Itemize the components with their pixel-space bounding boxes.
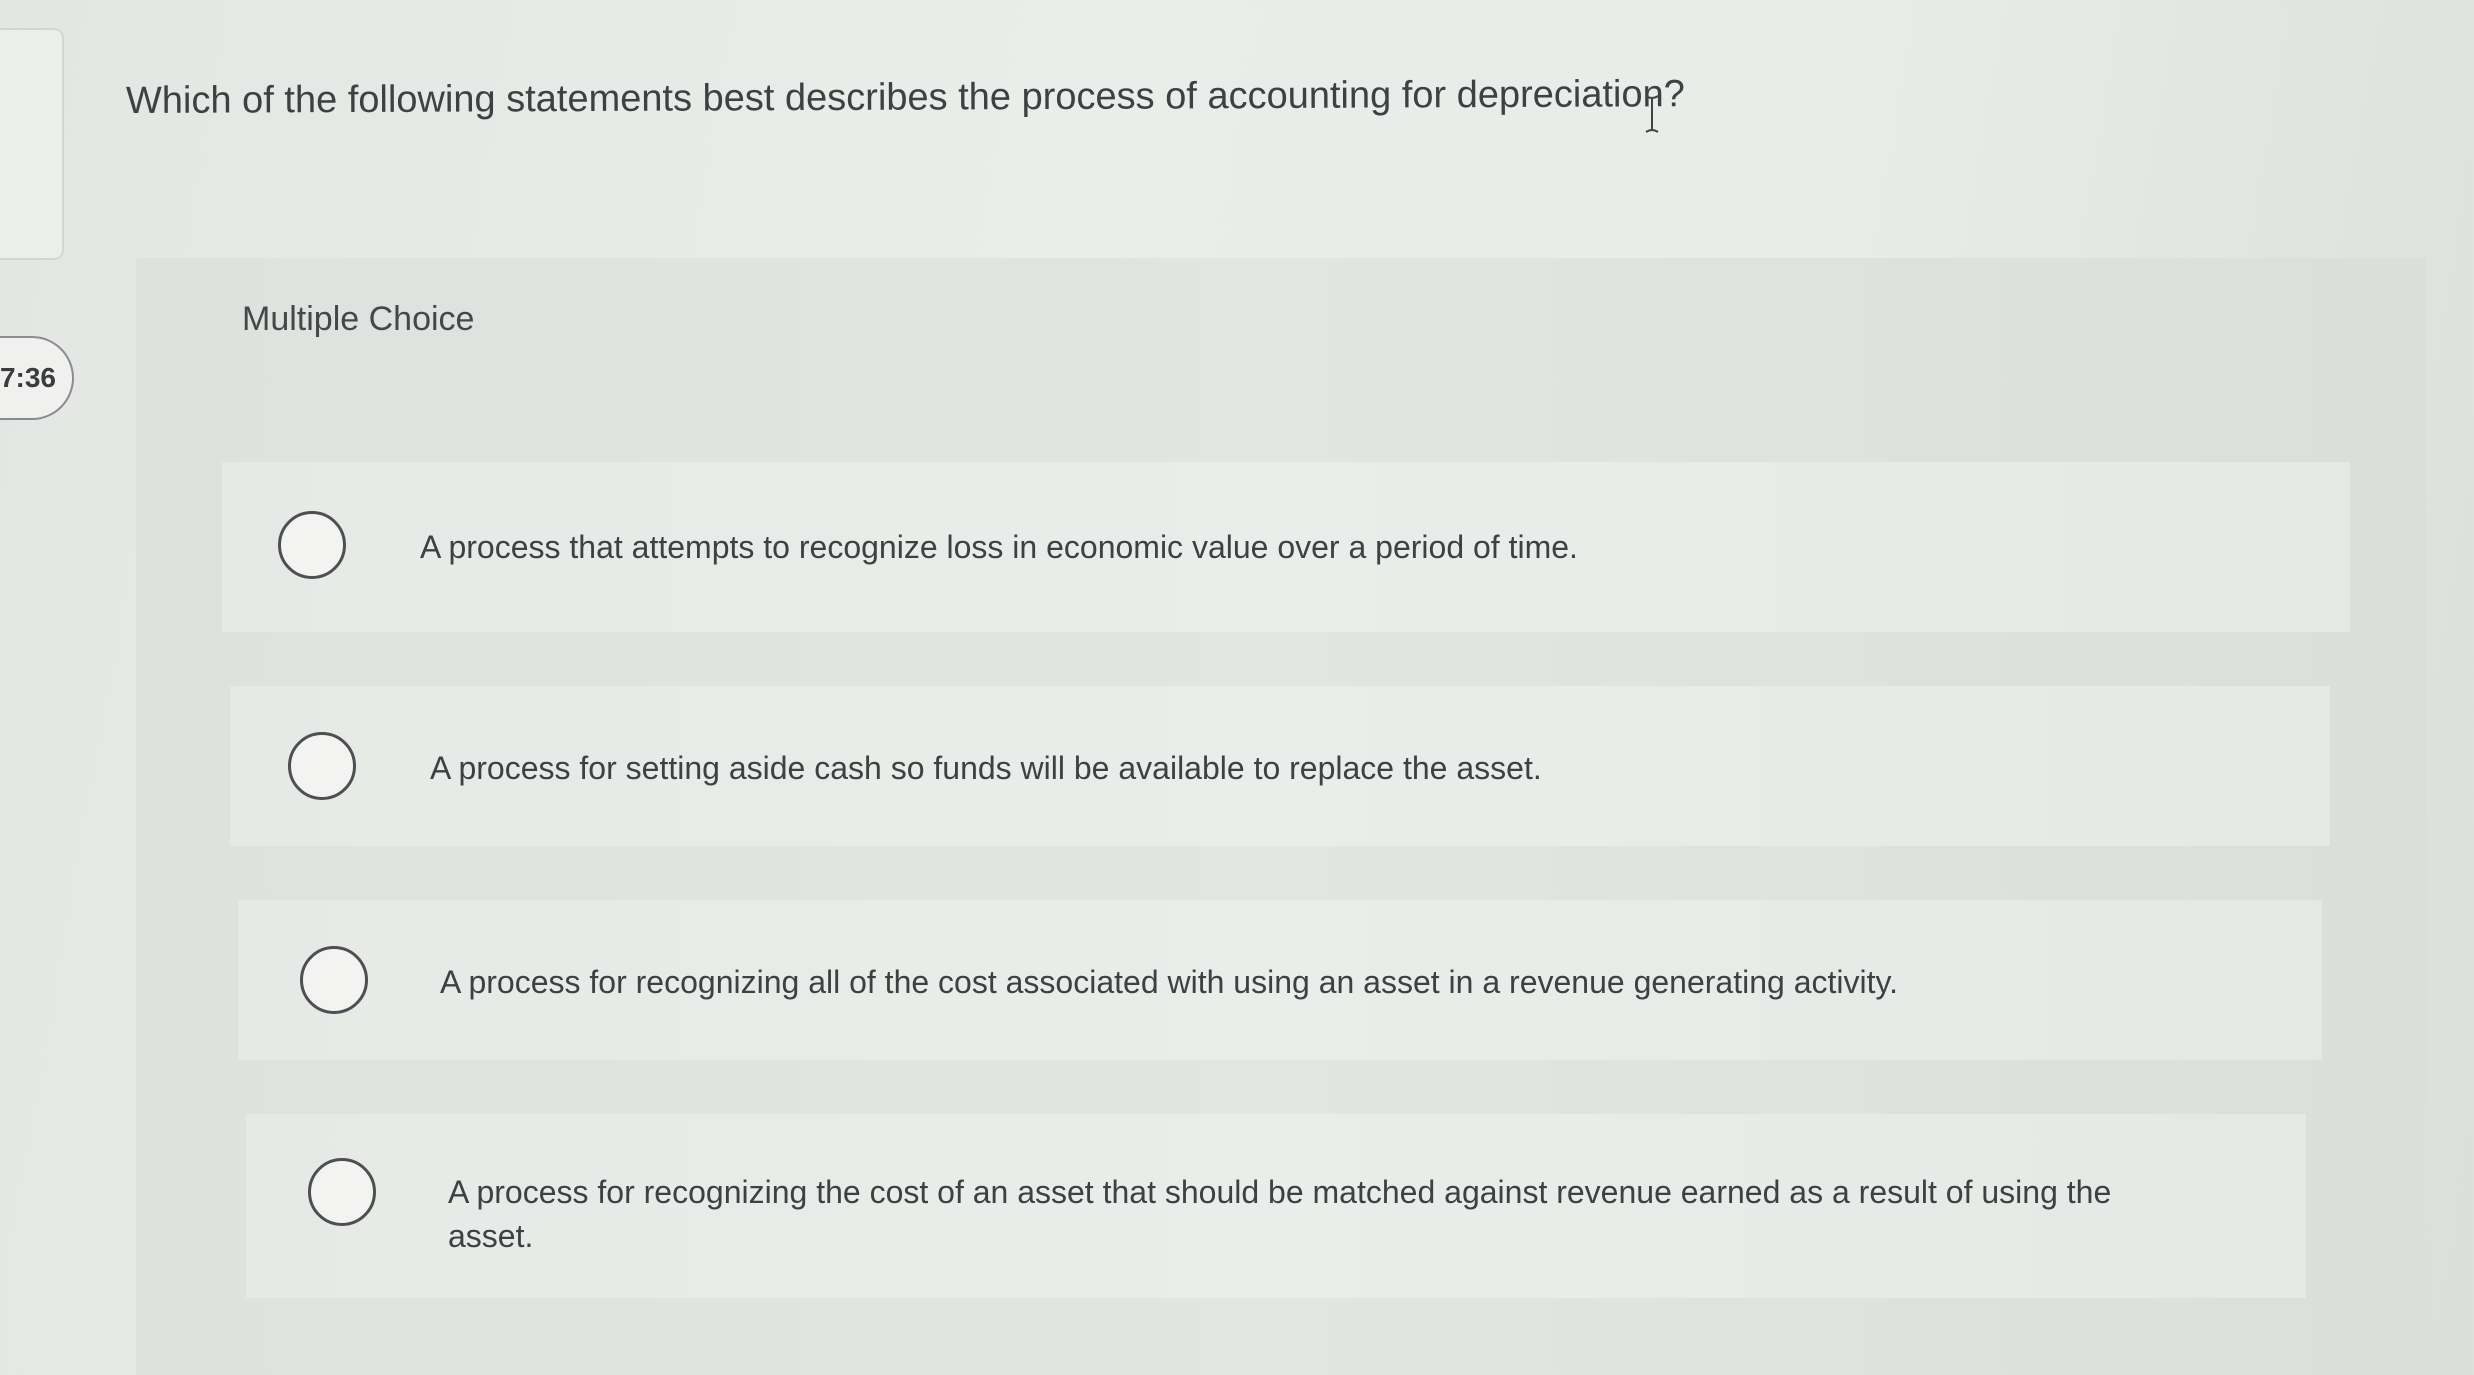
question-text: Which of the following statements best d… [125, 73, 1685, 122]
answer-option-label: A process for recognizing the cost of an… [448, 1174, 2112, 1254]
answer-option-label: A process for recognizing all of the cos… [440, 964, 1898, 1000]
timer-badge[interactable]: 7:36 [0, 336, 74, 420]
answer-option-label: A process that attempts to recognize los… [420, 529, 1578, 565]
timer-value: 7:36 [0, 362, 56, 393]
radio-button-icon[interactable] [288, 732, 356, 800]
answer-option-2[interactable]: A process for setting aside cash so fund… [230, 686, 2330, 846]
side-panel-tab[interactable] [0, 28, 64, 260]
answer-option-3[interactable]: A process for recognizing all of the cos… [238, 900, 2322, 1060]
radio-button-icon[interactable] [300, 946, 368, 1014]
text-cursor-icon [1645, 95, 1659, 133]
radio-button-icon[interactable] [308, 1158, 376, 1226]
answer-option-label: A process for setting aside cash so fund… [430, 750, 1542, 786]
radio-button-icon[interactable] [278, 511, 346, 579]
answer-option-1[interactable]: A process that attempts to recognize los… [222, 462, 2350, 632]
answer-option-4[interactable]: A process for recognizing the cost of an… [246, 1114, 2306, 1298]
multiple-choice-label: Multiple Choice [242, 300, 475, 338]
